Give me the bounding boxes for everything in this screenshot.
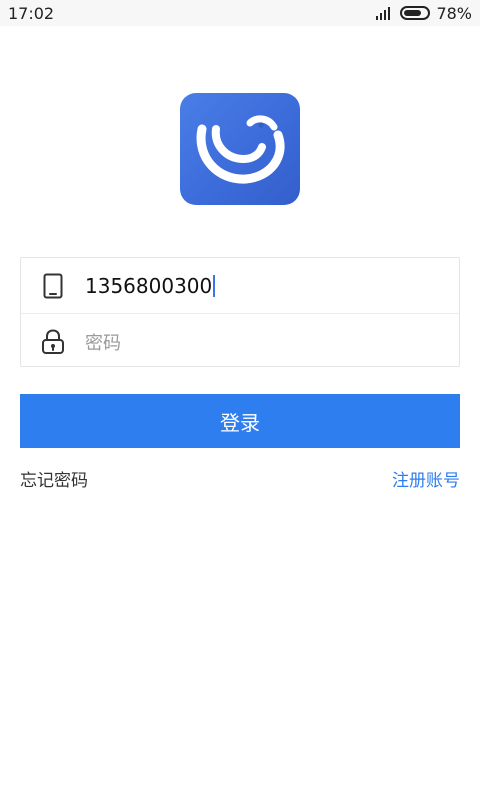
battery-icon [400, 6, 431, 20]
login-button[interactable]: 登录 [20, 394, 460, 448]
status-bar: 17:02 78% [0, 0, 480, 26]
phone-value: 1356800300 [85, 273, 213, 298]
register-link[interactable]: 注册账号 [392, 466, 460, 491]
app-logo-icon [196, 115, 285, 184]
phone-field[interactable]: 1356800300 [21, 258, 459, 313]
phone-icon [43, 273, 63, 298]
battery-percent: 78% [436, 3, 472, 23]
battery-fill [404, 10, 422, 16]
text-cursor [213, 274, 216, 297]
lock-icon [42, 328, 64, 354]
login-form: 1356800300 密码 [20, 257, 460, 367]
app-logo [180, 93, 300, 205]
password-field[interactable]: 密码 [21, 313, 459, 369]
password-input[interactable]: 密码 [85, 329, 121, 355]
status-time: 17:02 [8, 4, 55, 23]
forgot-password-link[interactable]: 忘记密码 [20, 466, 88, 491]
phone-input[interactable]: 1356800300 [85, 273, 216, 298]
signal-icon [376, 6, 394, 20]
status-right: 78% [376, 3, 472, 23]
